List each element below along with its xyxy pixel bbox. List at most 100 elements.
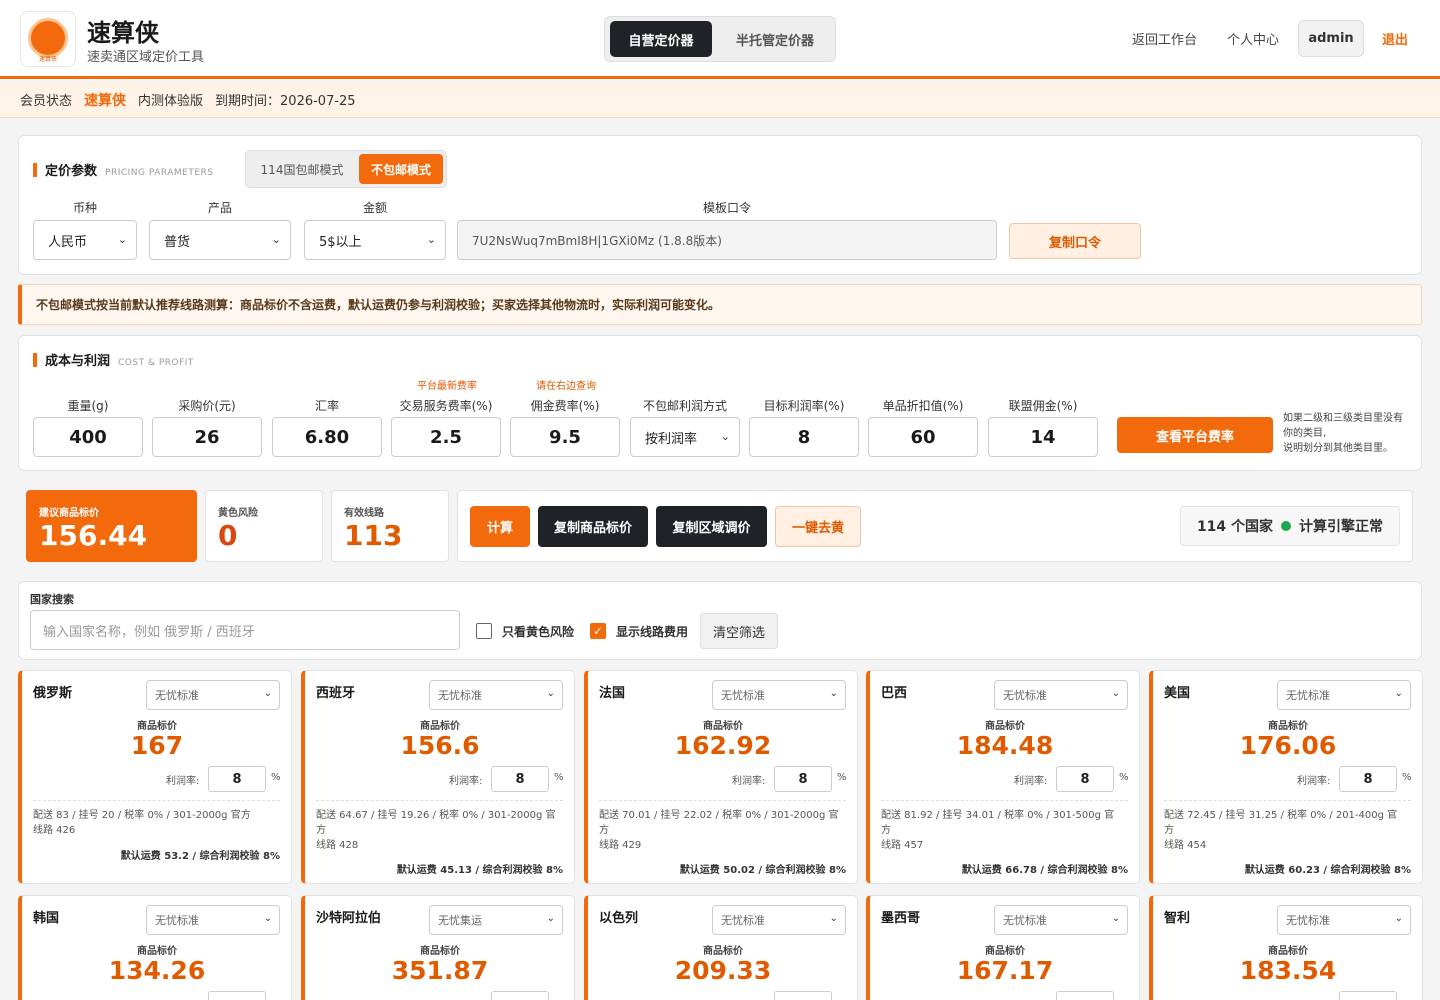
copy-region-price-button[interactable]: 复制区域调价 xyxy=(656,506,767,547)
check-icon: ✓ xyxy=(592,624,604,638)
commission-input[interactable]: 9.5 xyxy=(510,417,620,457)
view-platform-rate-button[interactable]: 查看平台费率 xyxy=(1117,417,1273,453)
currency-label: 币种 xyxy=(72,201,97,215)
mode-self-operated-tab[interactable]: 自营定价器 xyxy=(610,21,712,57)
country-card: 智利 无忧标准 ⌄ 商品标价 183.54 xyxy=(1149,895,1423,1000)
profit-rate-input[interactable] xyxy=(774,991,832,1000)
chevron-down-icon: ⌄ xyxy=(546,913,555,924)
country-name: 俄罗斯 xyxy=(33,686,73,701)
country-name: 美国 xyxy=(1164,686,1191,701)
calculate-button[interactable]: 计算 xyxy=(470,506,530,547)
purchase-price-input[interactable]: 26 xyxy=(152,417,262,457)
commission-hint: 请在右边查询 xyxy=(536,381,596,392)
product-price: 351.87 xyxy=(391,956,489,985)
engine-status: 114 个国家 计算引擎正常 xyxy=(1180,506,1400,546)
profit-rate-input[interactable] xyxy=(1339,991,1397,1000)
profit-rate-input[interactable]: 8 xyxy=(208,766,266,792)
profit-rate-input[interactable]: 8 xyxy=(774,766,832,792)
template-token-field[interactable]: 7U2NsWuq7mBmI8H|1GXi0Mz (1.8.8版本) xyxy=(457,220,997,260)
country-name: 智利 xyxy=(1164,911,1191,926)
remove-yellow-button[interactable]: 一键去黄 xyxy=(775,506,861,547)
shipping-service-select[interactable]: 无忧标准 ⌄ xyxy=(146,905,280,935)
product-price: 156.6 xyxy=(400,731,480,760)
profit-rate-input[interactable] xyxy=(491,991,549,1000)
profit-rate-input[interactable]: 8 xyxy=(1056,766,1114,792)
shipping-mode-switch: 114国包邮模式 不包邮模式 xyxy=(245,150,447,188)
yellow-risk-value: 0 xyxy=(218,519,238,552)
template-label: 模板口令 xyxy=(702,201,751,215)
chevron-down-icon: ⌄ xyxy=(720,430,730,443)
show-fees-label: 显示线路费用 xyxy=(616,625,689,639)
route-summary: 默认运费 53.2 / 综合利润校验 8% xyxy=(120,851,280,862)
amount-select[interactable]: 5$以上 ⌄ xyxy=(304,220,446,260)
shipping-service-select[interactable]: 无忧标准 ⌄ xyxy=(1277,680,1411,710)
product-label: 产品 xyxy=(207,201,232,215)
profit-rate-input[interactable]: 8 xyxy=(491,766,549,792)
copy-token-button[interactable]: 复制口令 xyxy=(1009,223,1141,259)
shipping-service-select[interactable]: 无忧标准 ⌄ xyxy=(429,680,563,710)
country-name: 法国 xyxy=(599,686,626,701)
nav-workbench-link[interactable]: 返回工作台 xyxy=(1132,20,1197,57)
country-name: 墨西哥 xyxy=(881,911,921,926)
chevron-down-icon: ⌄ xyxy=(1111,913,1120,924)
show-fees-checkbox[interactable]: ✓ xyxy=(590,623,606,639)
target-profit-input[interactable]: 8 xyxy=(749,417,859,457)
product-price: 209.33 xyxy=(674,956,772,985)
route-summary: 默认运费 66.78 / 综合利润校验 8% xyxy=(961,865,1128,876)
discount-input[interactable]: 60 xyxy=(868,417,978,457)
logo-emblem-icon xyxy=(28,18,68,58)
only-yellow-label: 只看黄色风险 xyxy=(502,625,575,639)
country-card: 韩国 无忧标准 ⌄ 商品标价 134.26 xyxy=(18,895,292,1000)
product-price: 167.17 xyxy=(956,956,1054,985)
country-card: 沙特阿拉伯 无忧集运 ⌄ 商品标价 351.87 xyxy=(301,895,575,1000)
profit-mode-select[interactable]: 按利润率 ⌄ xyxy=(630,417,740,457)
shipping-service-select[interactable]: 无忧标准 ⌄ xyxy=(712,680,846,710)
country-search-input[interactable]: 输入国家名称，例如 俄罗斯 / 西班牙 xyxy=(30,610,460,650)
exchange-rate-label: 汇率 xyxy=(314,399,339,413)
suggested-price-value: 156.44 xyxy=(39,519,148,552)
clear-filter-button[interactable]: 清空筛选 xyxy=(700,613,778,649)
copy-product-price-button[interactable]: 复制商品标价 xyxy=(538,506,648,547)
chevron-down-icon: ⌄ xyxy=(263,913,272,924)
weight-input[interactable]: 400 xyxy=(33,417,143,457)
route-fees: 配送 83 / 挂号 20 / 税率 0% / 301-2000g 官方 线路 4… xyxy=(33,810,251,836)
amount-label: 金额 xyxy=(362,201,387,215)
member-status-bar: 会员状态 速算侠 内测体验版 到期时间：2026-07-25 xyxy=(0,82,1440,118)
yellow-risk-card: 黄色风险 0 xyxy=(205,490,323,562)
shipping-service-select[interactable]: 无忧标准 ⌄ xyxy=(994,905,1128,935)
shipping-service-select[interactable]: 无忧标准 ⌄ xyxy=(994,680,1128,710)
mode-switch: 自营定价器 半托管定价器 xyxy=(604,16,836,62)
mode-semi-managed-tab[interactable]: 半托管定价器 xyxy=(720,21,830,57)
profit-rate-input[interactable]: 8 xyxy=(1339,766,1397,792)
currency-select[interactable]: 人民币 ⌄ xyxy=(33,220,137,260)
route-fees: 配送 70.01 / 挂号 22.02 / 税率 0% / 301-2000g … xyxy=(599,810,839,851)
shipping-service-select[interactable]: 无忧标准 ⌄ xyxy=(1277,905,1411,935)
profit-rate-input[interactable] xyxy=(208,991,266,1000)
logout-link[interactable]: 退出 xyxy=(1382,20,1408,57)
status-dot-icon xyxy=(1281,521,1292,531)
nav-profile-link[interactable]: 个人中心 xyxy=(1227,20,1279,57)
shipping-service-select[interactable]: 无忧标准 ⌄ xyxy=(712,905,846,935)
shipping-service-select[interactable]: 无忧集运 ⌄ xyxy=(429,905,563,935)
user-admin-button[interactable]: admin xyxy=(1298,20,1364,57)
mode-free-shipping-tab[interactable]: 114国包邮模式 xyxy=(250,155,354,183)
product-price: 167 xyxy=(130,731,184,760)
product-price: 176.06 xyxy=(1239,731,1337,760)
exchange-rate-input[interactable]: 6.80 xyxy=(272,417,382,457)
profit-rate-input[interactable] xyxy=(1056,991,1114,1000)
mode-no-free-shipping-tab[interactable]: 不包邮模式 xyxy=(359,154,443,184)
member-expiry: 到期时间：2026-07-25 xyxy=(215,94,356,109)
affiliate-input[interactable]: 14 xyxy=(988,417,1098,457)
chevron-down-icon: ⌄ xyxy=(117,233,127,246)
app-logo: 速算侠 xyxy=(20,11,76,67)
purchase-price-label: 采购价(元) xyxy=(178,399,236,413)
service-fee-input[interactable]: 2.5 xyxy=(391,417,501,457)
shipping-service-select[interactable]: 无忧标准 ⌄ xyxy=(146,680,280,710)
logo-text: 速算侠 xyxy=(38,56,57,63)
country-name: 沙特阿拉伯 xyxy=(316,911,382,926)
only-yellow-checkbox[interactable] xyxy=(476,623,492,639)
valid-routes-value: 113 xyxy=(344,519,403,552)
product-select[interactable]: 普货 ⌄ xyxy=(149,220,291,260)
chevron-down-icon: ⌄ xyxy=(263,688,272,699)
chevron-down-icon: ⌄ xyxy=(271,233,281,246)
